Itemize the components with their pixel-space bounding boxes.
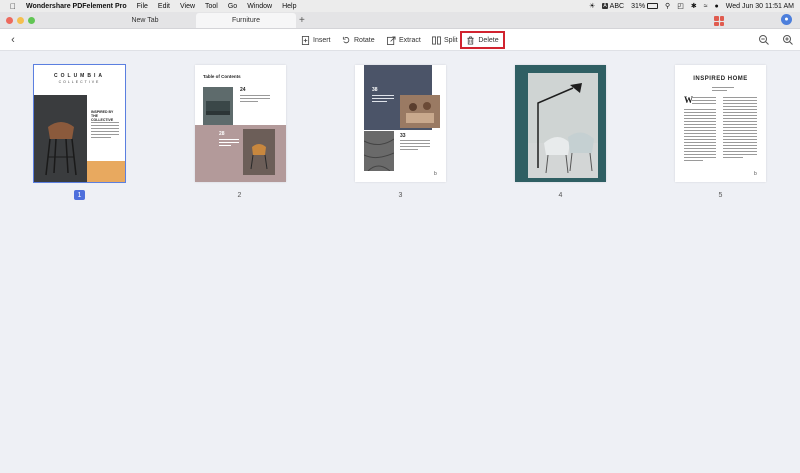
page5-page-letter: b bbox=[754, 171, 757, 177]
zoom-in-icon[interactable] bbox=[782, 34, 794, 46]
apple-icon[interactable]:  bbox=[6, 2, 20, 11]
page2-title: Table of Contents bbox=[203, 74, 241, 79]
app-menu[interactable]: Wondershare PDFelement Pro bbox=[26, 3, 127, 10]
page1-photo bbox=[34, 95, 87, 182]
tab-new-tab[interactable]: New Tab bbox=[95, 13, 195, 28]
battery-percent: 31% bbox=[631, 2, 646, 10]
chair-illustration bbox=[243, 129, 275, 175]
page3-photo-texture bbox=[363, 131, 395, 172]
page-thumbnail-4[interactable] bbox=[515, 65, 606, 182]
page1-title: COLUMBIA bbox=[54, 73, 105, 79]
texture-illustration bbox=[363, 131, 395, 172]
input-source-label: ABC bbox=[609, 2, 625, 10]
page2-num-b: 28 bbox=[219, 131, 225, 137]
keyboard-icon: A bbox=[602, 3, 608, 9]
page-number-2[interactable]: 2 bbox=[234, 190, 245, 200]
split-icon bbox=[432, 35, 441, 45]
page-toolbar: ‹ Insert Rotate Extract Split Delete bbox=[0, 29, 800, 51]
brightness-icon[interactable]: ☀ bbox=[589, 2, 595, 10]
people-illustration bbox=[400, 95, 440, 128]
page3-photo-people bbox=[400, 95, 440, 128]
window-controls bbox=[6, 17, 35, 24]
wifi-icon[interactable]: ≈ bbox=[704, 3, 708, 10]
page5-col1-body bbox=[684, 109, 716, 163]
page-number-3[interactable]: 3 bbox=[395, 190, 406, 200]
rotate-label: Rotate bbox=[354, 36, 375, 44]
delete-label: Delete bbox=[478, 36, 499, 44]
page-number-1[interactable]: 1 bbox=[74, 190, 85, 200]
page1-subtitle: COLLECTIVE bbox=[58, 80, 101, 84]
page2-entry-b bbox=[219, 139, 239, 148]
page4-photo-room bbox=[528, 73, 598, 178]
zoom-out-icon[interactable] bbox=[758, 34, 770, 46]
back-chevron-icon[interactable]: ‹ bbox=[7, 33, 19, 47]
page1-heading: INSPIRED BY THE COLLECTIVE bbox=[91, 110, 114, 122]
menu-go[interactable]: Go bbox=[228, 3, 237, 10]
bluetooth-icon[interactable]: ✱ bbox=[691, 2, 697, 10]
page-thumbnail-2[interactable]: Table of Contents 24 28 bbox=[195, 65, 286, 182]
rotate-icon bbox=[342, 36, 350, 43]
page2-num-a: 24 bbox=[240, 87, 246, 93]
maximize-window-button[interactable] bbox=[28, 17, 35, 24]
extract-label: Extract bbox=[399, 36, 421, 44]
siri-icon[interactable]: ● bbox=[715, 3, 719, 10]
rotate-button[interactable]: Rotate bbox=[342, 32, 375, 48]
tab-bar: New Tab Furniture + ● bbox=[0, 12, 800, 29]
tab-furniture[interactable]: Furniture bbox=[196, 13, 296, 28]
page-thumbnail-1[interactable]: COLUMBIA COLLECTIVE INSPIRED BY THE COLL… bbox=[33, 64, 126, 183]
clock[interactable]: Wed Jun 30 11:51 AM bbox=[726, 3, 794, 10]
apps-grid-icon[interactable] bbox=[714, 16, 724, 26]
split-label: Split bbox=[444, 36, 458, 44]
page-thumbnail-3[interactable]: 38 33 b bbox=[355, 65, 446, 182]
page2-entry-a bbox=[240, 95, 270, 104]
page3-entry-a bbox=[372, 95, 394, 104]
lamp-room-illustration bbox=[528, 73, 598, 178]
status-area: ☀ A ABC 31% ⚲ ◰ ✱ ≈ ● Wed Jun 30 11:51 AM bbox=[589, 0, 794, 12]
user-avatar[interactable]: ● bbox=[781, 14, 792, 25]
close-window-button[interactable] bbox=[6, 17, 13, 24]
page3-num-b: 33 bbox=[400, 133, 406, 139]
sofa-illustration bbox=[203, 87, 233, 127]
page3-entry-b bbox=[400, 140, 430, 152]
battery-status[interactable]: 31% bbox=[631, 2, 659, 10]
menu-view[interactable]: View bbox=[180, 3, 195, 10]
chair-illustration bbox=[34, 95, 87, 182]
page2-photo-chair bbox=[243, 129, 275, 175]
trash-icon bbox=[467, 35, 475, 45]
extract-icon bbox=[387, 35, 396, 45]
insert-label: Insert bbox=[313, 36, 331, 44]
page1-orange-block bbox=[87, 161, 125, 182]
insert-icon bbox=[301, 35, 310, 45]
control-center-icon[interactable]: ◰ bbox=[677, 2, 684, 10]
page-thumbnail-5[interactable]: INSPIRED HOME W b bbox=[675, 65, 766, 182]
page5-subtitle-lines bbox=[712, 87, 734, 93]
menu-window[interactable]: Window bbox=[247, 3, 272, 10]
page5-col2-body bbox=[723, 97, 757, 160]
delete-button[interactable]: Delete bbox=[460, 31, 505, 49]
menu-bar:  Wondershare PDFelement Pro File Edit V… bbox=[0, 0, 800, 12]
battery-icon bbox=[647, 3, 659, 9]
menu-tool[interactable]: Tool bbox=[205, 3, 218, 10]
page5-col1-top bbox=[692, 97, 716, 106]
extract-button[interactable]: Extract bbox=[387, 32, 421, 48]
minimize-window-button[interactable] bbox=[17, 17, 24, 24]
split-button[interactable]: Split bbox=[432, 32, 458, 48]
page1-body-text bbox=[91, 122, 119, 140]
menu-help[interactable]: Help bbox=[282, 3, 296, 10]
menu-edit[interactable]: Edit bbox=[158, 3, 170, 10]
page-number-4[interactable]: 4 bbox=[555, 190, 566, 200]
page3-page-letter: b bbox=[434, 171, 437, 177]
new-tab-plus-icon[interactable]: + bbox=[299, 13, 305, 28]
menu-file[interactable]: File bbox=[137, 3, 148, 10]
page2-photo-sofa bbox=[203, 87, 233, 127]
insert-button[interactable]: Insert bbox=[301, 32, 331, 48]
page-number-5[interactable]: 5 bbox=[715, 190, 726, 200]
search-icon[interactable]: ⚲ bbox=[665, 2, 670, 10]
input-source[interactable]: A ABC bbox=[602, 3, 624, 10]
page5-title: INSPIRED HOME bbox=[693, 76, 748, 82]
page3-num-a: 38 bbox=[372, 87, 378, 93]
